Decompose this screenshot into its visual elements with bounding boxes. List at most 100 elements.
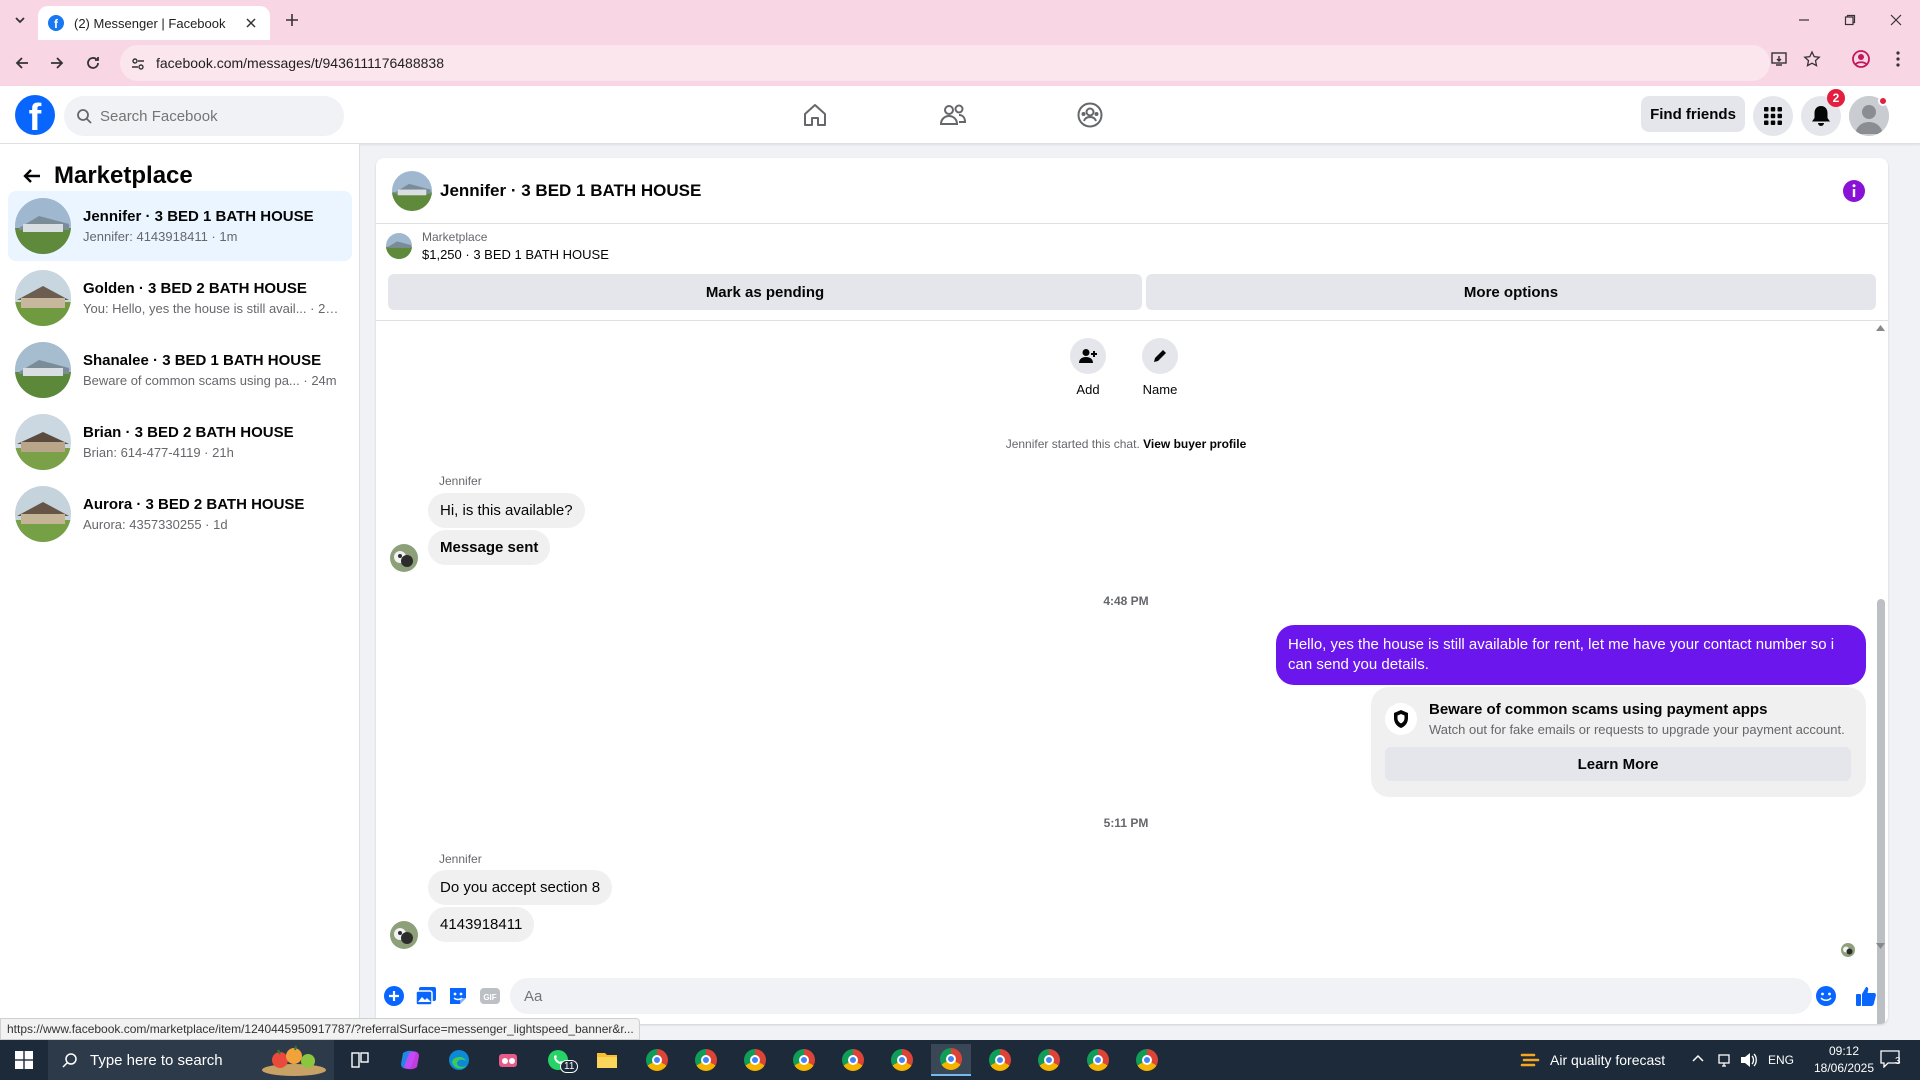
- site-info-icon[interactable]: [128, 54, 148, 74]
- thumbs-up-icon[interactable]: [1854, 984, 1878, 1008]
- copilot-icon[interactable]: [390, 1044, 430, 1076]
- menu-grid-icon[interactable]: [1753, 96, 1793, 136]
- friends-icon[interactable]: [933, 95, 973, 135]
- chrome-profile-icon[interactable]: [1127, 1044, 1167, 1076]
- install-app-icon[interactable]: [1769, 49, 1789, 69]
- incoming-message[interactable]: Do you accept section 8: [428, 870, 613, 905]
- conversation-name: Brian · 3 BED 2 BATH HOUSE: [83, 424, 294, 441]
- restore-icon[interactable]: [1827, 0, 1873, 40]
- reload-icon[interactable]: [79, 49, 107, 77]
- file-explorer-icon[interactable]: [587, 1044, 627, 1076]
- timestamp: 4:48 PM: [1103, 594, 1149, 608]
- whatsapp-icon[interactable]: 11: [538, 1044, 579, 1076]
- conversation-item[interactable]: Shanalee · 3 BED 1 BATH HOUSE Beware of …: [8, 335, 352, 405]
- tab-close-icon[interactable]: [242, 14, 260, 32]
- listing-banner[interactable]: Marketplace $1,250 · 3 BED 1 BATH HOUSE: [386, 230, 609, 262]
- facebook-logo-icon[interactable]: f: [15, 95, 55, 135]
- outgoing-message[interactable]: Hello, yes the house is still available …: [1276, 625, 1866, 685]
- conversation-item[interactable]: Aurora · 3 BED 2 BATH HOUSE Aurora: 4357…: [8, 479, 352, 549]
- more-options-button[interactable]: More options: [1146, 274, 1876, 310]
- search-icon: [77, 109, 92, 124]
- scroll-up-arrow-icon[interactable]: [1876, 325, 1885, 331]
- chrome-profile-icon[interactable]: [1078, 1044, 1118, 1076]
- snipping-tool-icon[interactable]: [488, 1044, 528, 1076]
- incoming-message[interactable]: Message sent: [428, 530, 551, 565]
- info-icon[interactable]: [1842, 179, 1866, 203]
- minimize-icon[interactable]: [1781, 0, 1827, 40]
- learn-more-button[interactable]: Learn More: [1385, 747, 1851, 781]
- task-view-icon[interactable]: [340, 1044, 380, 1076]
- tray-chevron-up-icon[interactable]: [1691, 1052, 1707, 1068]
- whatsapp-badge: 11: [560, 1060, 579, 1073]
- message-input-box[interactable]: [510, 978, 1812, 1014]
- clock-time[interactable]: 09:12: [1808, 1044, 1880, 1058]
- browser-menu-icon[interactable]: [1888, 49, 1908, 69]
- new-tab-plus-icon[interactable]: [280, 8, 304, 32]
- tab-search-chevron-icon[interactable]: [8, 8, 32, 32]
- chat-title[interactable]: Jennifer · 3 BED 1 BATH HOUSE: [440, 181, 701, 201]
- volume-icon[interactable]: [1740, 1052, 1758, 1068]
- svg-text:GIF: GIF: [483, 993, 496, 1002]
- home-icon[interactable]: [795, 95, 835, 135]
- chrome-profile-icon[interactable]: [1029, 1044, 1069, 1076]
- gif-icon[interactable]: GIF: [478, 984, 502, 1008]
- chrome-icon[interactable]: [637, 1044, 677, 1076]
- edit-name-button[interactable]: Name: [1130, 338, 1190, 397]
- clock-date[interactable]: 18/06/2025: [1808, 1061, 1880, 1075]
- taskbar-search[interactable]: Type here to search: [48, 1040, 334, 1080]
- chrome-profile-icon[interactable]: [833, 1044, 873, 1076]
- window-close-icon[interactable]: [1873, 0, 1919, 40]
- chat-listing-thumbnail[interactable]: [392, 170, 432, 211]
- air-quality-icon: [1520, 1053, 1540, 1067]
- language-indicator[interactable]: ENG: [1766, 1053, 1796, 1067]
- browser-tab[interactable]: f (2) Messenger | Facebook: [38, 6, 270, 40]
- incoming-message[interactable]: 4143918411: [428, 907, 535, 942]
- shield-icon: [1385, 703, 1417, 735]
- conversation-item[interactable]: Golden · 3 BED 2 BATH HOUSE You: Hello, …: [8, 263, 352, 333]
- listing-thumbnail: [15, 342, 71, 398]
- notification-center-icon[interactable]: 3: [1880, 1050, 1910, 1072]
- sidebar-back-arrow-icon[interactable]: [14, 158, 50, 194]
- chrome-active-window-icon[interactable]: [931, 1044, 971, 1076]
- find-friends-button[interactable]: Find friends: [1641, 96, 1745, 132]
- chrome-profile-icon[interactable]: [882, 1044, 922, 1076]
- chrome-profile-icon[interactable]: [686, 1044, 726, 1076]
- weather-widget[interactable]: Air quality forecast: [1520, 1040, 1665, 1080]
- back-arrow-icon[interactable]: [8, 49, 36, 77]
- view-buyer-profile-link[interactable]: View buyer profile: [1143, 437, 1246, 451]
- sender-avatar[interactable]: [390, 921, 418, 949]
- windows-start-icon[interactable]: [0, 1040, 48, 1080]
- network-icon[interactable]: [1717, 1052, 1733, 1068]
- address-bar[interactable]: facebook.com/messages/t/9436111176488838: [120, 45, 1770, 81]
- sticker-icon[interactable]: [446, 984, 470, 1008]
- scrollbar-thumb[interactable]: [1877, 599, 1885, 1024]
- profile-icon[interactable]: [1851, 49, 1871, 69]
- conversation-item[interactable]: Jennifer · 3 BED 1 BATH HOUSE Jennifer: …: [8, 191, 352, 261]
- sender-avatar[interactable]: [390, 544, 418, 572]
- message-input[interactable]: [524, 987, 1764, 1005]
- chat-scrollbar[interactable]: [1873, 321, 1888, 1024]
- chrome-profile-icon[interactable]: [980, 1044, 1020, 1076]
- bookmark-star-icon[interactable]: [1802, 49, 1822, 69]
- mark-as-pending-button[interactable]: Mark as pending: [388, 274, 1142, 310]
- groups-icon[interactable]: [1070, 95, 1110, 135]
- listing-thumbnail: [15, 414, 71, 470]
- scroll-down-arrow-icon[interactable]: [1876, 943, 1885, 949]
- photo-icon[interactable]: [414, 984, 438, 1008]
- incoming-message[interactable]: Hi, is this available?: [428, 493, 585, 528]
- listing-price-title: $1,250 · 3 BED 1 BATH HOUSE: [422, 247, 609, 262]
- conversation-snippet: Brian: 614-477-4119 · 21h: [83, 445, 234, 460]
- chrome-profile-icon[interactable]: [735, 1044, 775, 1076]
- emoji-icon[interactable]: [1814, 984, 1838, 1008]
- chrome-profile-icon[interactable]: [784, 1044, 824, 1076]
- edge-icon[interactable]: [439, 1044, 479, 1076]
- taskbar-search-placeholder: Type here to search: [90, 1051, 223, 1069]
- forward-arrow-icon[interactable]: [43, 49, 71, 77]
- add-person-button[interactable]: Add: [1058, 338, 1118, 397]
- tab-title: (2) Messenger | Facebook: [74, 15, 226, 31]
- conversation-item[interactable]: Brian · 3 BED 2 BATH HOUSE Brian: 614-47…: [8, 407, 352, 477]
- taskbar-search-icon: [62, 1053, 77, 1068]
- plus-circle-icon[interactable]: [382, 984, 406, 1008]
- facebook-search-input[interactable]: [100, 107, 320, 125]
- facebook-search-bar[interactable]: [64, 96, 344, 136]
